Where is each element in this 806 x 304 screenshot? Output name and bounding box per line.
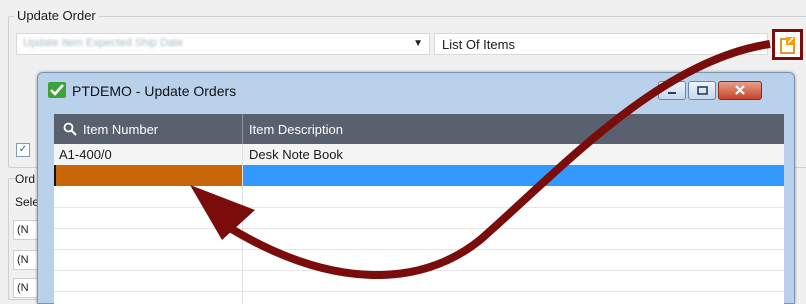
list-of-items-field[interactable]: List Of Items	[434, 33, 768, 55]
select-row-2[interactable]: (N	[13, 250, 39, 270]
search-icon[interactable]	[63, 122, 77, 136]
maximize-button[interactable]	[688, 81, 716, 100]
table-row-new[interactable]	[54, 165, 784, 186]
dialog-titlebar[interactable]: PTDEMO - Update Orders	[38, 73, 794, 107]
item-description-cell: Desk Note Book	[249, 147, 343, 162]
maximize-icon	[697, 86, 708, 95]
items-grid: Item Number Item Description A1-400/0 De…	[54, 114, 784, 304]
select-row-1[interactable]: (N	[13, 220, 39, 240]
sage-check-icon	[48, 82, 66, 98]
option-checkbox[interactable]: ✓	[16, 143, 30, 157]
column-item-number[interactable]: Item Number	[83, 122, 158, 137]
update-orders-dialog: PTDEMO - Update Orders Item Number Item …	[37, 72, 795, 304]
minimize-icon	[668, 92, 676, 94]
row-gridline	[54, 291, 784, 292]
table-row[interactable]: A1-400/0 Desk Note Book	[54, 144, 784, 165]
row-gridline	[54, 207, 784, 208]
list-of-items-label: List Of Items	[442, 37, 515, 52]
column-separator	[242, 114, 243, 144]
update-type-value: Update Item Expected Ship Date	[23, 37, 184, 49]
row-gridline	[54, 270, 784, 271]
dialog-title: PTDEMO - Update Orders	[72, 83, 237, 99]
close-button[interactable]	[718, 81, 762, 100]
select-row-3[interactable]: (N	[13, 278, 39, 298]
dropdown-arrow-icon[interactable]: ▼	[413, 38, 423, 49]
update-type-combo[interactable]: Update Item Expected Ship Date ▼	[16, 33, 430, 55]
order-group-label: Ord	[15, 172, 38, 186]
grid-header: Item Number Item Description	[54, 114, 784, 144]
row-gridline	[54, 228, 784, 229]
zoom-lookup-button[interactable]	[772, 29, 803, 60]
zoom-lookup-icon	[780, 37, 795, 54]
column-gridline	[242, 144, 243, 304]
minimize-button[interactable]	[658, 81, 686, 100]
close-icon	[735, 85, 745, 95]
active-item-number-cell[interactable]	[54, 165, 242, 186]
item-number-cell: A1-400/0	[59, 147, 112, 162]
select-label: Sele	[15, 195, 40, 209]
row-gridline	[54, 249, 784, 250]
update-order-title: Update Order	[14, 8, 99, 23]
column-item-description[interactable]: Item Description	[249, 122, 343, 137]
